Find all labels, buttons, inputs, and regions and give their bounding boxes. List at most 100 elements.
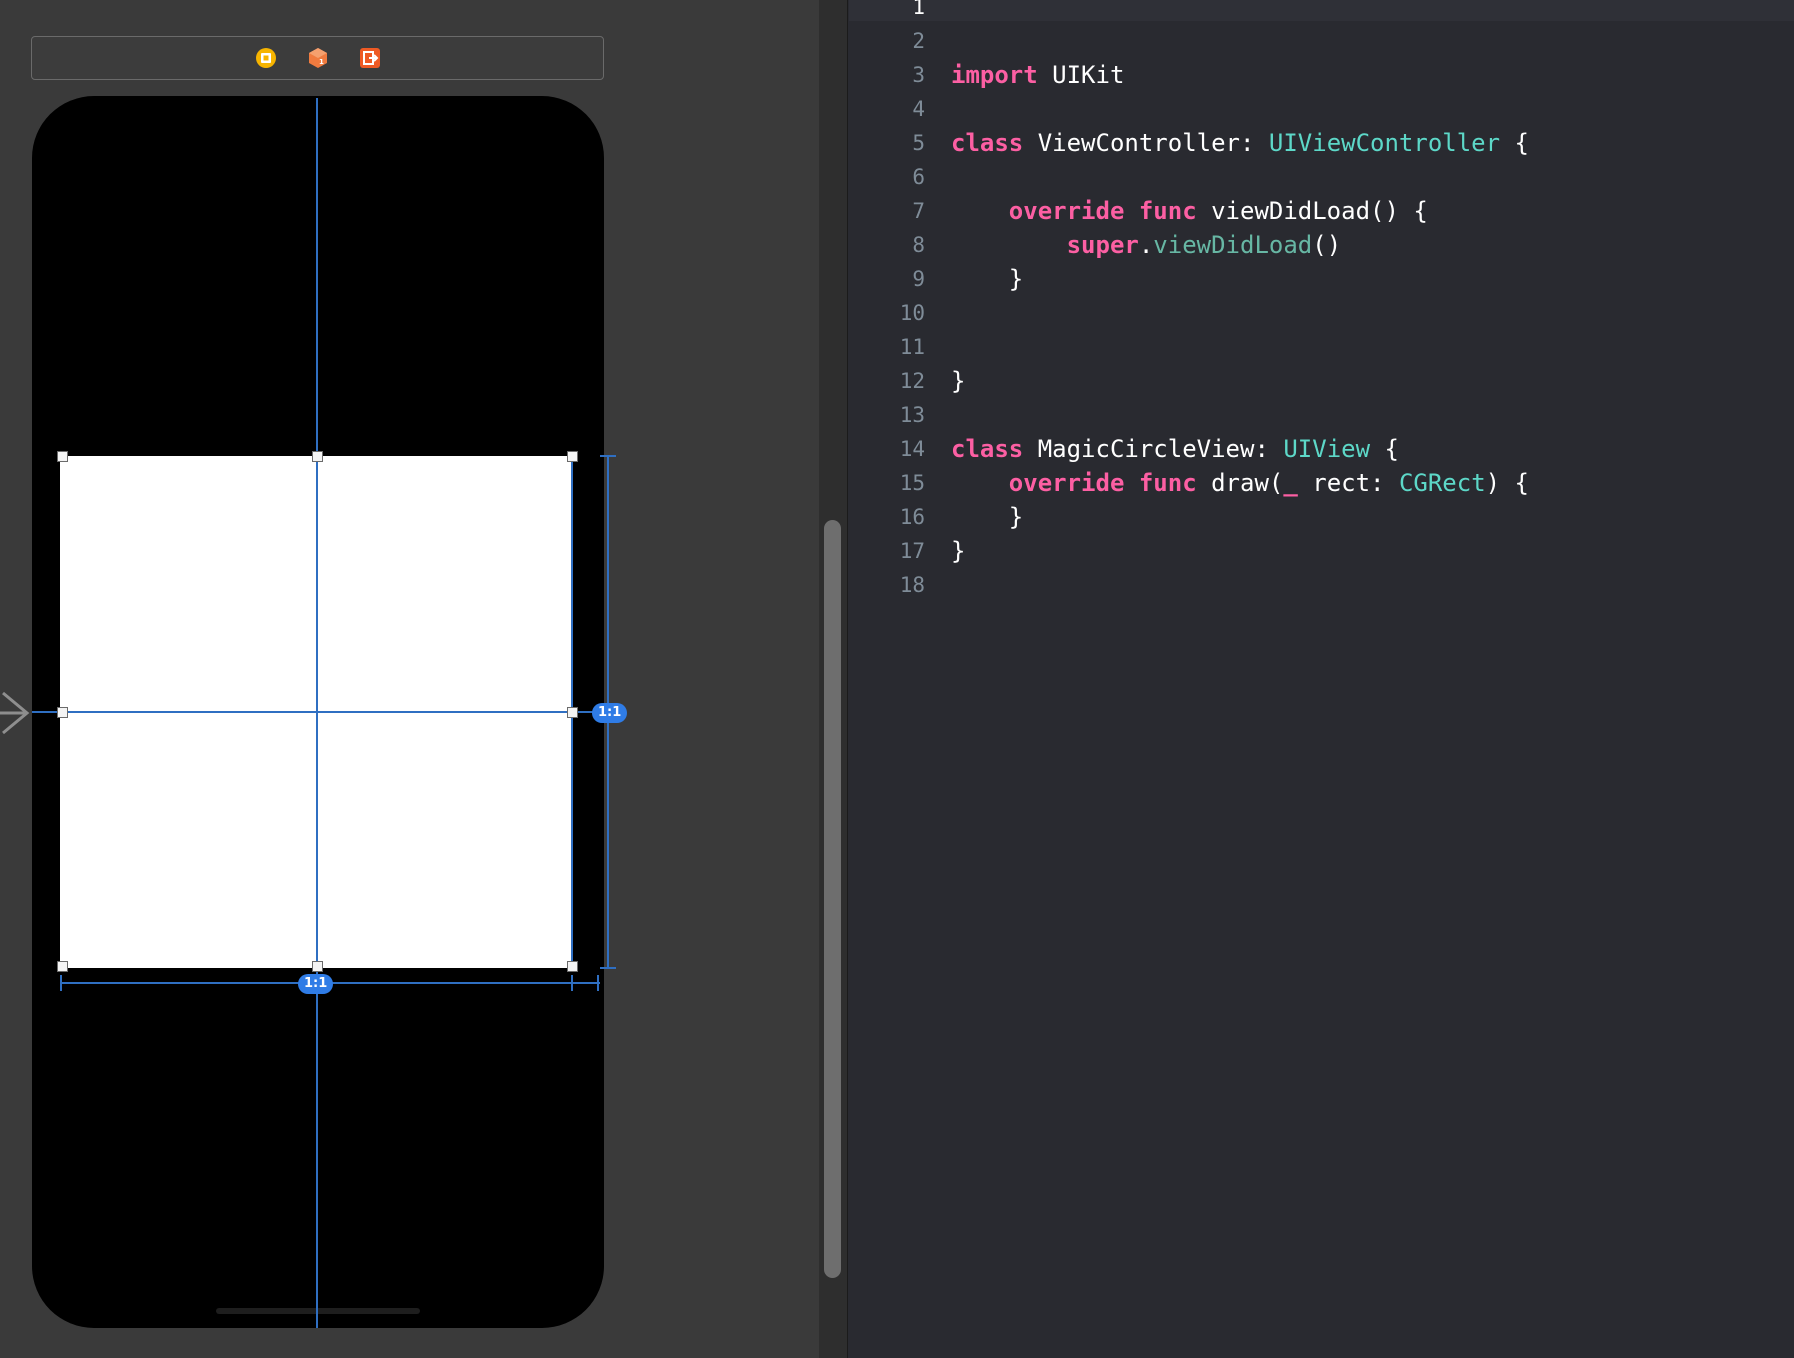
line-number: 7 bbox=[912, 199, 925, 223]
code-line[interactable]: 10 bbox=[849, 296, 1794, 330]
resize-handle-top-right[interactable] bbox=[567, 451, 578, 462]
code-token: class bbox=[951, 435, 1024, 463]
code-line[interactable]: 14 class MagicCircleView: UIView { bbox=[849, 432, 1794, 466]
code-token: viewDidLoad() { bbox=[1196, 197, 1428, 225]
line-number: 18 bbox=[899, 573, 925, 597]
code-line[interactable]: 8 super.viewDidLoad() bbox=[849, 228, 1794, 262]
code-token: . bbox=[1138, 231, 1154, 259]
code-text: } bbox=[951, 534, 965, 568]
line-number: 17 bbox=[899, 539, 925, 563]
code-token: CGRect bbox=[1398, 469, 1486, 497]
code-token: { bbox=[1370, 435, 1399, 463]
code-line[interactable]: 3 import UIKit bbox=[849, 58, 1794, 92]
code-token: func bbox=[1138, 197, 1197, 225]
line-number: 16 bbox=[899, 505, 925, 529]
code-token: UIKit bbox=[1037, 61, 1125, 89]
code-text: } bbox=[951, 262, 1023, 296]
exit-icon[interactable] bbox=[358, 46, 382, 70]
device-frame-iphone bbox=[32, 96, 604, 1328]
resize-handle-top-left[interactable] bbox=[57, 451, 68, 462]
code-token: class bbox=[951, 129, 1024, 157]
line-number: 10 bbox=[899, 301, 925, 325]
code-line[interactable]: 18 bbox=[849, 568, 1794, 602]
code-token: } bbox=[951, 503, 1024, 531]
view-controller-icon[interactable] bbox=[254, 46, 278, 70]
code-token: UIViewController bbox=[1268, 129, 1501, 157]
svg-text:1: 1 bbox=[319, 58, 324, 66]
line-number: 15 bbox=[899, 471, 925, 495]
resize-handle-bottom[interactable] bbox=[312, 961, 323, 972]
code-line[interactable]: 12} bbox=[849, 364, 1794, 398]
resize-handle-top[interactable] bbox=[312, 451, 323, 462]
code-line[interactable]: 5 class ViewController: UIViewController … bbox=[849, 126, 1794, 160]
code-token: } bbox=[951, 367, 966, 395]
code-token: super bbox=[1066, 231, 1139, 259]
code-token: rect: bbox=[1297, 469, 1399, 497]
code-text: override func draw(_ rect: CGRect) { bbox=[951, 466, 1529, 500]
entry-point-arrow-icon[interactable] bbox=[0, 689, 34, 737]
code-token: } bbox=[951, 537, 966, 565]
code-token: draw( bbox=[1196, 469, 1284, 497]
code-token: import bbox=[951, 61, 1038, 89]
line-number: 2 bbox=[912, 29, 925, 53]
code-token: override bbox=[1008, 197, 1125, 225]
line-number: 13 bbox=[899, 403, 925, 427]
line-number: 5 bbox=[912, 131, 925, 155]
code-text: class MagicCircleView: UIView { bbox=[951, 432, 1399, 466]
code-line[interactable]: 9 } bbox=[849, 262, 1794, 296]
code-token: } bbox=[951, 265, 1024, 293]
code-line[interactable]: 6 bbox=[849, 160, 1794, 194]
code-token: UIView bbox=[1283, 435, 1371, 463]
code-text: override func viewDidLoad() { bbox=[951, 194, 1428, 228]
scene-dock: 1 bbox=[31, 36, 604, 80]
code-token: { bbox=[1500, 129, 1529, 157]
code-token: viewDidLoad bbox=[1153, 231, 1313, 259]
width-ratio-badge[interactable]: 1:1 bbox=[298, 974, 334, 994]
code-text: } bbox=[951, 500, 1023, 534]
code-text: super.viewDidLoad() bbox=[951, 228, 1342, 262]
first-responder-icon[interactable]: 1 bbox=[306, 46, 330, 70]
code-token: ViewController: bbox=[1023, 129, 1269, 157]
line-number: 11 bbox=[899, 335, 925, 359]
height-ratio-badge[interactable]: 1:1 bbox=[592, 703, 628, 723]
resize-handle-bottom-right[interactable] bbox=[567, 961, 578, 972]
line-number: 14 bbox=[899, 437, 925, 461]
code-line[interactable]: 1 bbox=[849, 0, 1794, 24]
code-line[interactable]: 4 bbox=[849, 92, 1794, 126]
code-token: MagicCircleView: bbox=[1023, 435, 1284, 463]
canvas-scrollbar-thumb[interactable] bbox=[824, 520, 841, 1278]
interface-builder-canvas[interactable]: 1 1:1 1:1 bbox=[0, 0, 819, 1358]
line-number: 8 bbox=[912, 233, 925, 257]
code-token: ) { bbox=[1485, 469, 1530, 497]
resize-handle-bottom-left[interactable] bbox=[57, 961, 68, 972]
code-line[interactable]: 13 bbox=[849, 398, 1794, 432]
line-number: 6 bbox=[912, 165, 925, 189]
line-number: 3 bbox=[912, 63, 925, 87]
line-number: 9 bbox=[912, 267, 925, 291]
resize-handle-right[interactable] bbox=[567, 707, 578, 718]
source-editor[interactable]: 1 2 3 import UIKit 4 5 class ViewController: U… bbox=[849, 0, 1794, 1358]
line-number: 12 bbox=[899, 369, 925, 393]
line-number: 4 bbox=[912, 97, 925, 121]
resize-handle-left[interactable] bbox=[57, 707, 68, 718]
code-line[interactable]: 15 override func draw(_ rect: CGRect) { bbox=[849, 466, 1794, 500]
line-number: 1 bbox=[912, 0, 925, 19]
code-text: } bbox=[951, 364, 965, 398]
code-line[interactable]: 16 } bbox=[849, 500, 1794, 534]
code-token: _ bbox=[1283, 469, 1298, 497]
code-token: () bbox=[1312, 231, 1342, 259]
code-text: import UIKit bbox=[951, 58, 1124, 92]
code-token: func bbox=[1138, 469, 1197, 497]
code-line[interactable]: 11 bbox=[849, 330, 1794, 364]
code-line[interactable]: 17} bbox=[849, 534, 1794, 568]
code-line[interactable]: 2 bbox=[849, 24, 1794, 58]
code-token: override bbox=[1008, 469, 1125, 497]
code-line[interactable]: 7 override func viewDidLoad() { bbox=[849, 194, 1794, 228]
magic-circle-view[interactable] bbox=[60, 456, 572, 968]
code-text: class ViewController: UIViewController { bbox=[951, 126, 1529, 160]
